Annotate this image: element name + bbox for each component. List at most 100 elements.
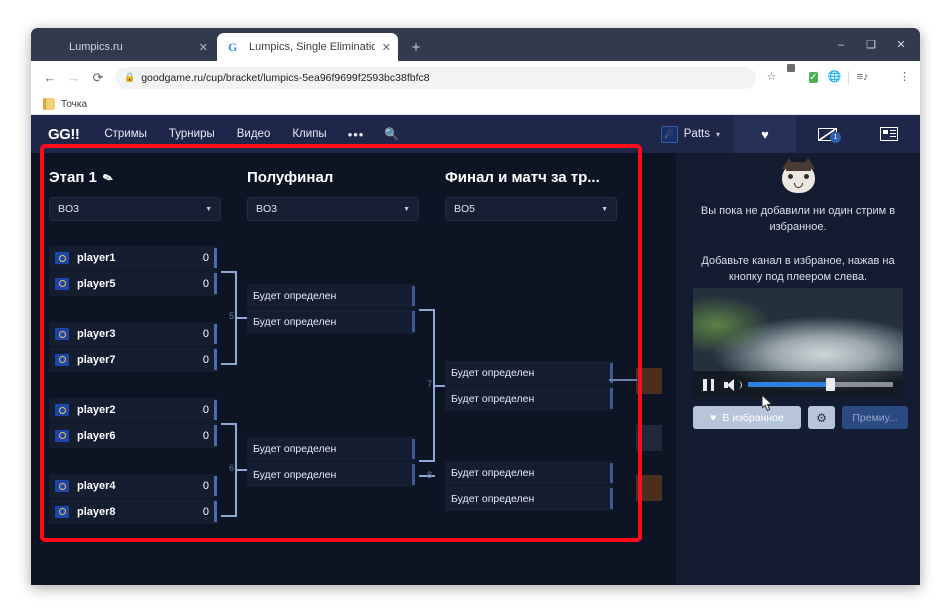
table-row[interactable]: Будет определен [247, 462, 415, 487]
player-avatar-icon [55, 505, 69, 518]
news-icon[interactable] [858, 115, 920, 153]
table-row[interactable]: player5 0 [49, 271, 217, 296]
messages-envelope-icon[interactable]: 1 [796, 115, 858, 153]
player-name: Будет определен [451, 392, 535, 405]
user-avatar-icon: ☄ [660, 125, 678, 143]
google-g-icon: G [228, 40, 238, 54]
table-row[interactable]: Будет определен [247, 284, 415, 309]
edit-pencil-icon[interactable]: ✎ [101, 169, 115, 186]
reload-icon[interactable]: ⟳ [87, 67, 109, 89]
connector-m5-out [237, 317, 247, 319]
format-select-stage1-value: BO3 [58, 203, 80, 215]
settings-gear-icon[interactable]: ⚙ [808, 406, 835, 429]
table-row[interactable]: player8 0 [49, 499, 217, 524]
table-row[interactable]: player6 0 [49, 423, 217, 448]
video-player[interactable] [693, 288, 903, 398]
volume-slider[interactable] [748, 378, 893, 391]
window-maximize-button[interactable]: ❑ [856, 32, 886, 58]
nav-item-clips[interactable]: Клипы [281, 128, 337, 140]
player-name: player5 [77, 277, 116, 290]
nav-item-video[interactable]: Видео [226, 128, 282, 140]
pause-button[interactable] [703, 378, 714, 391]
volume-knob[interactable] [826, 378, 836, 391]
table-row[interactable]: Будет определен [247, 437, 415, 462]
format-select-semifinal[interactable]: BO3 ▼ [247, 197, 419, 221]
column-2-title: Полуфинал [247, 169, 334, 186]
player-name: Будет определен [451, 467, 535, 479]
bookmark-tochka[interactable]: Точка [61, 99, 87, 110]
back-icon[interactable]: ← [39, 67, 61, 89]
table-row[interactable]: player2 0 [49, 398, 217, 423]
checkmark-extension-icon[interactable]: ✓ [806, 70, 821, 85]
nav-item-streams[interactable]: Стримы [93, 128, 158, 140]
tab-1-close-icon[interactable]: ✕ [199, 41, 208, 54]
sidebar-panel: Вы пока не добавили ни один стрим в избр… [676, 153, 920, 585]
bracket-column-2-header: Полуфинал BO3 ▼ [247, 169, 419, 221]
window-minimize-button[interactable]: – [826, 32, 856, 58]
bracket-column-1-header: Этап 1 ✎ BO3 ▼ [49, 169, 221, 221]
format-select-final[interactable]: BO5 ▼ [445, 197, 617, 221]
table-row[interactable]: player7 0 [49, 347, 217, 372]
screenshot-root: Lumpics.ru ✕ G Lumpics, Single Eliminati… [0, 0, 950, 614]
nav-item-tournaments[interactable]: Турниры [158, 128, 226, 140]
heart-icon: ♥ [710, 411, 717, 424]
player-name: Будет определен [253, 468, 337, 481]
table-row[interactable]: player4 0 [49, 474, 217, 499]
table-row[interactable]: Будет определен [445, 486, 613, 511]
player-score: 0 [202, 404, 209, 416]
nav-more-icon[interactable]: ••• [338, 127, 375, 142]
new-tab-button[interactable]: + [406, 38, 426, 58]
sidebar-empty-hint: Добавьте канал в избраное, нажав на кноп… [701, 255, 895, 283]
video-controls [693, 371, 903, 398]
address-bar[interactable]: 🔒 goodgame.ru/cup/bracket/lumpics-5ea96f… [115, 66, 756, 89]
window-close-button[interactable]: ✕ [886, 32, 916, 58]
slot-edge [214, 476, 217, 496]
tab-2-title-text: Lumpics, Single Elimination — [249, 41, 375, 53]
column-1-title: Этап 1 [49, 169, 97, 186]
chevron-down-icon: ▾ [715, 129, 720, 139]
browser-tab-2[interactable]: G Lumpics, Single Elimination — re ✕ [217, 33, 398, 61]
match-number-5: 5 [229, 311, 235, 321]
column-3-title-row: Финал и матч за тр... [445, 169, 617, 186]
site-logo[interactable]: GG!! [31, 126, 93, 143]
column-3-title: Финал и матч за тр... [445, 169, 600, 186]
premium-button[interactable]: Премиу... [842, 406, 908, 429]
table-row[interactable]: player3 0 [49, 322, 217, 347]
favorites-heart-icon[interactable]: ♥ [734, 115, 796, 153]
tab-2-title: Lumpics, Single Elimination — re [249, 41, 375, 53]
slot-edge [214, 501, 217, 522]
format-select-stage1[interactable]: BO3 ▼ [49, 197, 221, 221]
player-score: 0 [202, 328, 209, 340]
browser-tab-1[interactable]: Lumpics.ru ✕ [37, 33, 215, 61]
search-icon[interactable]: 🔍 [374, 127, 409, 141]
reading-list-icon[interactable]: ≡♪ [855, 70, 870, 85]
forward-icon[interactable]: → [63, 67, 85, 89]
bracket-column-3-header: Финал и матч за тр... BO5 ▼ [445, 169, 617, 221]
adblock-extension-icon[interactable] [785, 70, 800, 85]
profile-avatar-icon[interactable] [876, 70, 891, 85]
mail-badge: 1 [830, 132, 841, 143]
match-m1: player1 0 player5 0 [49, 246, 217, 296]
toolbar-icons: ☆ ✓ 🌐 ≡♪ ⋮ [764, 70, 912, 85]
table-row[interactable]: player1 0 [49, 246, 217, 271]
column-1-title-row: Этап 1 ✎ [49, 169, 221, 186]
chrome-menu-icon[interactable]: ⋮ [897, 70, 912, 85]
player-score: 0 [202, 252, 209, 264]
orange-dot-icon [48, 40, 62, 54]
slot-edge [412, 286, 415, 306]
user-menu[interactable]: ☄ Patts ▾ [647, 125, 734, 143]
tab-2-close-icon[interactable]: ✕ [382, 41, 391, 54]
volume-icon[interactable] [724, 378, 742, 391]
globe-extension-icon[interactable]: 🌐 [827, 70, 842, 85]
table-row[interactable]: Будет определен [445, 361, 613, 386]
table-row[interactable]: Будет определен [445, 461, 613, 486]
table-row[interactable]: Будет определен [445, 386, 613, 411]
player-score: 0 [202, 480, 209, 492]
slot-edge [412, 439, 415, 459]
table-row[interactable]: Будет определен [247, 309, 415, 334]
bookmark-star-icon[interactable]: ☆ [764, 70, 779, 85]
add-to-favorites-button[interactable]: ♥ В избранное [693, 406, 801, 429]
player-avatar-icon [55, 277, 69, 290]
player-avatar-icon [55, 252, 69, 264]
player-avatar-icon [55, 404, 69, 416]
